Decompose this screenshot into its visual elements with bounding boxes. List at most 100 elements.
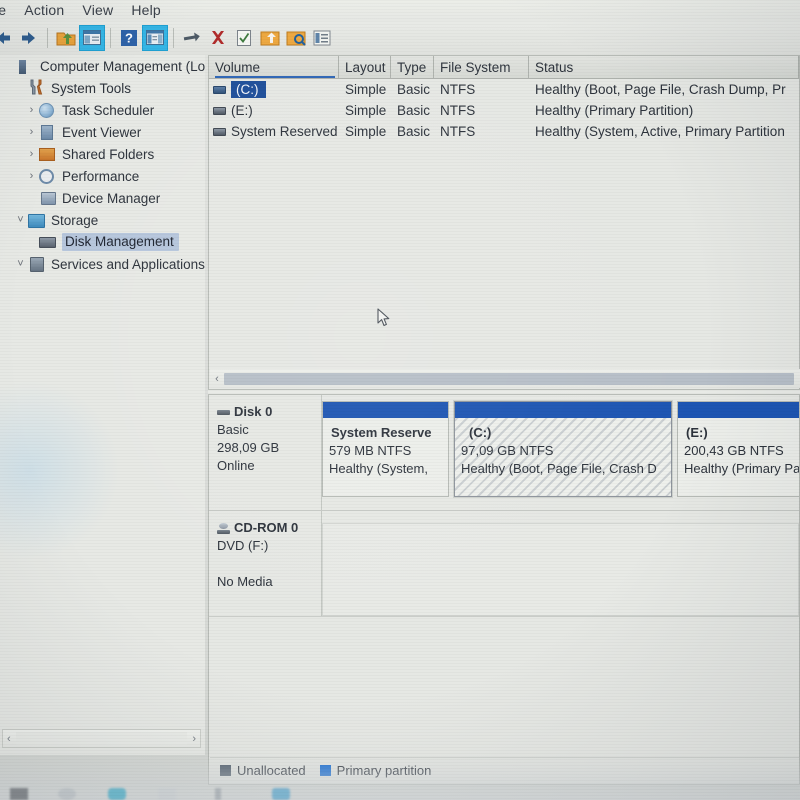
taskbar xyxy=(0,755,800,800)
chevron-icon[interactable]: › xyxy=(24,165,39,187)
chevron-icon[interactable]: ˅ xyxy=(13,253,28,275)
clock-icon xyxy=(39,101,58,119)
sidebar-item-label: Task Scheduler xyxy=(62,102,155,118)
taskbar-icon-4[interactable] xyxy=(158,788,176,800)
disk-graphical-view: Disk 0 Basic 298,09 GB Online System Reserve… xyxy=(208,394,800,785)
partition-block[interactable]: System Reserve 579 MB NTFS Healthy (System… xyxy=(322,401,449,497)
partition-size-label: 200,43 GB NTFS xyxy=(684,443,784,458)
disk-name-label: CD-ROM 0 xyxy=(234,520,299,535)
volume-disk-icon xyxy=(213,85,226,94)
menu-help[interactable]: Help xyxy=(122,0,170,21)
taskbar-icon-6[interactable] xyxy=(272,788,290,800)
column-header-volume[interactable]: Volume xyxy=(209,56,339,78)
sidebar-item-label: Performance xyxy=(62,168,140,184)
partition-status-label: Healthy (Primary Pa xyxy=(684,461,800,476)
disk-management-icon xyxy=(39,233,58,251)
chevron-icon[interactable]: ˅ xyxy=(13,209,28,231)
table-row[interactable]: (C:) Simple Basic NTFS Healthy (Boot, Page F… xyxy=(209,79,799,100)
tree-horizontal-scrollbar[interactable]: ‹ › xyxy=(2,729,201,748)
column-header-file-system[interactable]: File System xyxy=(434,56,529,78)
chevron-icon[interactable]: › xyxy=(24,121,39,143)
cell-layout: Simple xyxy=(345,82,387,97)
partition-status-label: Healthy (System, xyxy=(329,461,428,476)
column-header-type[interactable]: Type xyxy=(391,56,434,78)
volume-list-header: Volume Layout Type File System Status xyxy=(209,56,799,79)
console-tree-pane: Computer Management (Local System Tools › T… xyxy=(0,55,205,755)
column-header-status[interactable]: Status xyxy=(529,56,799,78)
menu-view[interactable]: View xyxy=(73,0,122,21)
disk-row[interactable]: Disk 0 Basic 298,09 GB Online System Reserve… xyxy=(209,395,799,510)
disk-row-divider xyxy=(209,616,799,617)
sidebar-item-label: Event Viewer xyxy=(62,124,142,140)
taskbar-icon-3[interactable] xyxy=(108,788,126,800)
tree-scroll-thumb[interactable] xyxy=(15,732,188,745)
screen: le Action View Help xyxy=(0,0,800,800)
sidebar-item-performance[interactable]: › Performance xyxy=(0,165,205,187)
empty-media-area[interactable] xyxy=(322,523,799,616)
partition-color-bar xyxy=(455,402,671,418)
chevron-icon[interactable]: › xyxy=(24,99,39,121)
disk-title: Disk 0 xyxy=(217,403,321,421)
taskbar-icon-2[interactable] xyxy=(58,788,76,800)
volume-list: Volume Layout Type File System Status (C:) Si… xyxy=(208,55,800,390)
sidebar-item-storage[interactable]: ˅ Storage xyxy=(0,209,205,231)
column-header-layout[interactable]: Layout xyxy=(339,56,391,78)
sidebar-item-computer-management-local[interactable]: Computer Management (Local xyxy=(0,55,205,77)
sidebar-item-event-viewer[interactable]: › Event Viewer xyxy=(0,121,205,143)
sidebar-item-system-tools[interactable]: System Tools xyxy=(0,77,205,99)
sidebar-item-label: Device Manager xyxy=(62,190,161,206)
volume-list-horizontal-scrollbar[interactable]: ‹ xyxy=(210,369,800,388)
disk-type-label: Basic xyxy=(217,422,249,437)
disk-row[interactable]: CD-ROM 0 DVD (F:) No Media xyxy=(209,511,799,616)
sidebar-item-label: Storage xyxy=(51,212,99,228)
rescan-disks-icon[interactable] xyxy=(179,25,205,51)
chevron-icon[interactable]: › xyxy=(24,143,39,165)
table-row[interactable]: System Reserved Simple Basic NTFS Healthy (S… xyxy=(209,121,799,142)
forward-arrow-icon[interactable] xyxy=(16,25,42,51)
cell-file-system: NTFS xyxy=(440,82,476,97)
sidebar-item-shared-folders[interactable]: › Shared Folders xyxy=(0,143,205,165)
partition-block[interactable]: (C:) 97,09 GB NTFS Healthy (Boot, Page Fil… xyxy=(453,400,673,498)
sidebar-item-device-manager[interactable]: Device Manager xyxy=(0,187,205,209)
partition-strip xyxy=(322,511,799,616)
sidebar-item-task-scheduler[interactable]: › Task Scheduler xyxy=(0,99,205,121)
search-folder-icon[interactable] xyxy=(283,25,309,51)
partition-block[interactable]: (E:) 200,43 GB NTFS Healthy (Primary Pa xyxy=(677,401,800,497)
back-arrow-icon[interactable] xyxy=(0,25,16,51)
volume-scroll-left-arrow[interactable]: ‹ xyxy=(210,373,224,385)
column-header-label: Volume xyxy=(215,59,261,75)
sidebar-item-services-and-applications[interactable]: ˅ Services and Applications xyxy=(0,253,205,275)
cell-type: Basic xyxy=(397,82,431,97)
cell-volume: (C:) xyxy=(209,81,339,98)
cell-layout: Simple xyxy=(345,103,387,118)
toolbar-separator-1 xyxy=(47,27,48,48)
detail-view-icon[interactable] xyxy=(309,25,335,51)
menu-action[interactable]: Action xyxy=(15,0,73,21)
table-row[interactable]: (E:) Simple Basic NTFS Healthy (Primary Part… xyxy=(209,100,799,121)
cell-status: Healthy (Boot, Page File, Crash Dump, Pr xyxy=(535,82,786,97)
taskbar-icon-5[interactable] xyxy=(215,788,221,800)
export-list-icon[interactable] xyxy=(257,25,283,51)
device-manager-icon xyxy=(39,189,58,207)
delete-icon[interactable] xyxy=(205,25,231,51)
volume-scroll-thumb[interactable] xyxy=(224,372,794,385)
menu-file[interactable]: le xyxy=(0,0,15,21)
show-hide-console-tree-icon[interactable] xyxy=(79,24,105,51)
taskbar-icon-1[interactable] xyxy=(10,788,28,800)
disk-type-label: DVD (F:) xyxy=(217,538,269,553)
disk-info-panel[interactable]: CD-ROM 0 DVD (F:) No Media xyxy=(209,511,322,616)
cell-layout: Simple xyxy=(345,124,387,139)
help-icon[interactable]: ? xyxy=(116,25,142,51)
event-log-icon xyxy=(39,123,58,141)
toolbar-separator-2 xyxy=(110,27,111,48)
sidebar-item-label: Disk Management xyxy=(62,233,179,251)
cell-status: Healthy (System, Active, Primary Partiti… xyxy=(535,124,785,139)
tree-scroll-right-arrow[interactable]: › xyxy=(188,733,200,745)
disk-info-panel[interactable]: Disk 0 Basic 298,09 GB Online xyxy=(209,395,322,510)
up-folder-icon[interactable] xyxy=(53,25,79,51)
sidebar-item-disk-management[interactable]: Disk Management xyxy=(0,231,205,253)
disk-state-label: Online xyxy=(217,458,255,473)
properties-icon[interactable] xyxy=(231,25,257,51)
show-hide-action-pane-icon[interactable] xyxy=(142,24,168,51)
tree-scroll-left-arrow[interactable]: ‹ xyxy=(3,733,15,745)
